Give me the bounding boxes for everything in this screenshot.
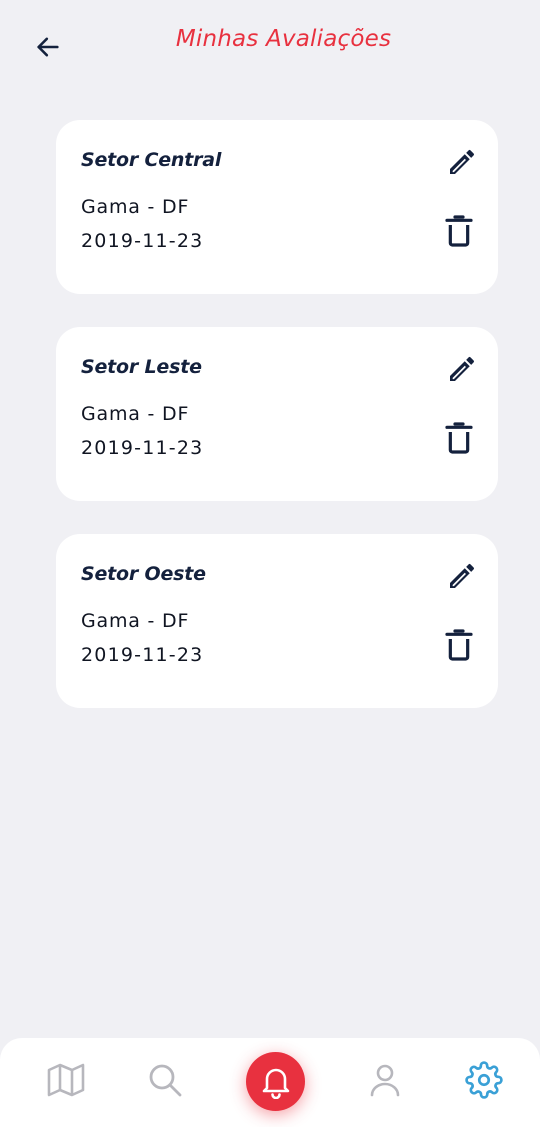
user-icon xyxy=(370,1064,400,1097)
edit-button[interactable] xyxy=(444,558,480,594)
trash-icon xyxy=(445,422,473,454)
delete-button[interactable] xyxy=(443,420,475,456)
review-title: Setor Oeste xyxy=(81,563,206,585)
review-date: 2019-11-23 xyxy=(81,230,204,252)
delete-button[interactable] xyxy=(443,627,475,663)
map-icon xyxy=(47,1063,85,1097)
page-title: Minhas Avaliações xyxy=(175,26,392,52)
review-location: Gama - DF xyxy=(81,610,190,632)
review-date: 2019-11-23 xyxy=(81,437,204,459)
review-title: Setor Leste xyxy=(81,356,202,378)
search-icon xyxy=(149,1064,182,1097)
review-title: Setor Central xyxy=(81,149,222,171)
review-card[interactable]: Setor Oeste Gama - DF 2019-11-23 xyxy=(56,534,498,708)
bottom-tab-bar xyxy=(0,1038,540,1127)
trash-icon xyxy=(445,629,473,661)
review-card[interactable]: Setor Leste Gama - DF 2019-11-23 xyxy=(56,327,498,501)
pencil-icon xyxy=(450,149,475,174)
reviews-list: Setor Central Gama - DF 2019-11-23 Setor… xyxy=(56,120,498,741)
review-date: 2019-11-23 xyxy=(81,644,204,666)
edit-button[interactable] xyxy=(444,351,480,387)
tab-map[interactable] xyxy=(44,1058,88,1102)
review-card[interactable]: Setor Central Gama - DF 2019-11-23 xyxy=(56,120,498,294)
review-location: Gama - DF xyxy=(81,196,190,218)
review-location: Gama - DF xyxy=(81,403,190,425)
pencil-icon xyxy=(450,356,475,381)
tab-profile[interactable] xyxy=(363,1058,407,1102)
bell-icon xyxy=(262,1068,289,1099)
delete-button[interactable] xyxy=(443,213,475,249)
tab-search[interactable] xyxy=(143,1058,187,1102)
edit-button[interactable] xyxy=(444,144,480,180)
tab-notifications[interactable] xyxy=(246,1052,305,1111)
gear-icon xyxy=(465,1061,503,1099)
pencil-icon xyxy=(450,563,475,588)
app-header: Minhas Avaliações xyxy=(0,0,540,90)
trash-icon xyxy=(445,215,473,247)
tab-settings[interactable] xyxy=(462,1058,506,1102)
